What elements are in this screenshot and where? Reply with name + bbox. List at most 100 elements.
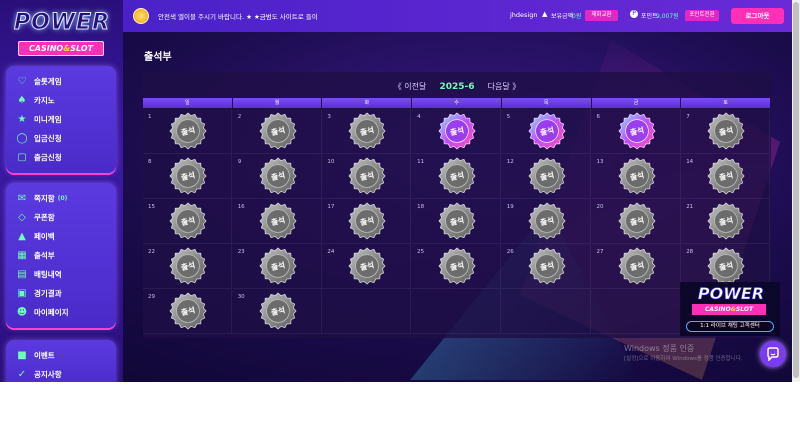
sidebar-item-gift[interactable]: ■ 이벤트: [6, 346, 116, 365]
empty-stamp-icon: 출석: [528, 247, 566, 285]
page-scrollbar[interactable]: [792, 0, 800, 382]
sidebar-item-label: 미니게임: [34, 115, 62, 124]
withdraw-icon: ▢: [17, 152, 27, 163]
sidebar-item-minigame[interactable]: ★ 미니게임: [6, 110, 116, 129]
promo-subtitle-left: CASINO: [704, 306, 731, 313]
sidebar-item-coupon[interactable]: ◇ 쿠폰함: [6, 208, 116, 227]
calendar-day-cell: 29 출석: [143, 289, 232, 334]
next-month-link[interactable]: 다음달 》: [488, 82, 521, 91]
wallet-icon: ▲: [542, 10, 548, 18]
promo-title: POWER: [697, 284, 765, 304]
empty-stamp-icon: 출석: [259, 112, 297, 150]
payback-icon: ▲: [18, 231, 26, 242]
calendar-day-cell: 4 출석: [412, 109, 502, 154]
point-convert-button[interactable]: 포인트전환: [685, 10, 719, 21]
empty-stamp-icon: 출석: [169, 112, 207, 150]
empty-stamp-icon: 출석: [438, 202, 476, 240]
sidebar-item-label: 경기결과: [34, 289, 62, 298]
calendar-day-cell: 15 출석: [143, 199, 232, 244]
scrollbar-thumb[interactable]: [793, 2, 799, 378]
sidebar-item-label: 카지노: [34, 96, 55, 105]
day-number: 12: [506, 159, 514, 165]
sidebar-item-attendance[interactable]: ▦ 출석부: [6, 246, 116, 265]
day-number: 29: [148, 294, 155, 300]
menu-group-account: ✉ 쪽지함 (0) ◇ 쿠폰함 ▲ 페이백 ▦ 출석부 ▤ 배팅내역 ▣ 경기결과 ☻ 마이페이지: [6, 183, 116, 328]
coupon-icon: ◇: [18, 212, 26, 223]
day-number: 8: [148, 159, 152, 165]
user-icon: ☻: [16, 307, 28, 318]
sidebar-item-deposit[interactable]: ◯ 입금신청: [6, 129, 116, 148]
attendance-calendar: 《 이전달 2025-6 다음달 》 일월화수목금토 1 출석 2 출석 3 출석 4 출석 5…: [143, 72, 771, 338]
calendar-day-cell: 1 출석: [143, 109, 232, 154]
sidebar-item-label: 쿠폰함: [34, 213, 55, 222]
unread-badge: (0): [57, 195, 68, 202]
calendar-empty-cell: [412, 289, 502, 334]
empty-stamp-icon: 출석: [348, 112, 386, 150]
calendar-day-cell: 5 출석: [501, 109, 591, 154]
empty-stamp-icon: 출석: [528, 202, 566, 240]
top-bar: 안전색 엘이블 주시기 바랍니다. ★ ★금범도 사이트로 들이 jhdesig…: [123, 0, 800, 32]
sidebar-item-payback[interactable]: ▲ 페이백: [6, 227, 116, 246]
day-number: 21: [686, 204, 694, 210]
sidebar-item-results[interactable]: ▣ 경기결과: [6, 284, 116, 303]
minigame-icon: ★: [17, 114, 27, 125]
prev-month-link[interactable]: 《 이전달: [394, 82, 427, 91]
empty-stamp-icon: 출석: [438, 157, 476, 195]
page-title: 출석부: [144, 52, 172, 63]
empty-stamp-icon: 출석: [707, 157, 745, 195]
logo-title: POWER: [13, 10, 111, 36]
calendar-day-cell: 16 출석: [232, 199, 322, 244]
sidebar-item-label: 공지사항: [34, 370, 62, 379]
sidebar-item-label: 슬롯게임: [34, 77, 62, 86]
calendar-day-cell: 27 출석: [591, 244, 681, 289]
exchange-button[interactable]: 재화교환: [585, 10, 618, 21]
day-number: 5: [506, 114, 511, 120]
attended-stamp-icon: 출석: [438, 112, 476, 150]
day-number: 1: [148, 114, 152, 120]
logout-button[interactable]: 로그아웃: [731, 8, 784, 24]
calendar-day-cell: 21 출석: [681, 199, 771, 244]
calendar-day-cell: 8 출석: [143, 154, 232, 199]
weekday-label: 금: [591, 98, 681, 108]
attendance-icon: ▦: [17, 250, 27, 261]
empty-stamp-icon: 출석: [707, 202, 745, 240]
notice-icon: ✓: [17, 369, 27, 380]
chat-button[interactable]: [760, 341, 786, 367]
day-number: 17: [327, 204, 335, 210]
calendar-day-cell: 17 출석: [322, 199, 412, 244]
sidebar-item-slot[interactable]: ♡ 슬롯게임: [6, 72, 116, 91]
windows-watermark-hint: [설정]으로 이동하여 Windows를 정품 인증합니다.: [624, 356, 743, 362]
live-chat-label: 1:1 라이브 채팅 고객센터: [686, 321, 774, 332]
day-number: 22: [148, 249, 155, 255]
day-number: 6: [596, 114, 601, 120]
sidebar-item-casino[interactable]: ♠ 카지노: [6, 91, 116, 110]
day-number: 3: [327, 114, 331, 120]
day-number: 10: [327, 159, 335, 165]
sidebar-item-mail[interactable]: ✉ 쪽지함 (0): [6, 189, 116, 208]
attended-stamp-icon: 출석: [528, 112, 566, 150]
live-chat-promo[interactable]: POWER CASINO&SLOT 1:1 라이브 채팅 고객센터: [680, 282, 780, 336]
calendar-day-cell: 13 출석: [591, 154, 681, 199]
day-number: 19: [506, 204, 514, 210]
logo-subtitle-right: SLOT: [70, 44, 94, 53]
sidebar-item-label: 이벤트: [34, 351, 55, 360]
sidebar-item-withdraw[interactable]: ▢ 출금신청: [6, 148, 116, 167]
day-number: 16: [237, 204, 245, 210]
sidebar-item-notice[interactable]: ✓ 공지사항: [6, 365, 116, 382]
day-number: 24: [327, 249, 335, 255]
day-number: 9: [237, 159, 242, 165]
weekday-header: 일월화수목금토: [143, 98, 771, 108]
day-number: 20: [596, 204, 604, 210]
sidebar-item-user[interactable]: ☻ 마이페이지: [6, 303, 116, 322]
empty-stamp-icon: 출석: [528, 157, 566, 195]
site-logo[interactable]: POWER CASINO&SLOT: [4, 8, 119, 60]
empty-stamp-icon: 출석: [348, 202, 386, 240]
betting-history-icon: ▤: [17, 269, 27, 280]
windows-watermark: Windows 정품 인증: [624, 344, 695, 353]
balance-label: 보유금액: [551, 13, 574, 20]
day-number: 11: [417, 159, 425, 165]
promo-subtitle-right: SLOT: [735, 306, 754, 313]
calendar-day-cell: 3 출석: [322, 109, 412, 154]
sidebar-item-betting-history[interactable]: ▤ 배팅내역: [6, 265, 116, 284]
day-number: 7: [686, 114, 690, 120]
